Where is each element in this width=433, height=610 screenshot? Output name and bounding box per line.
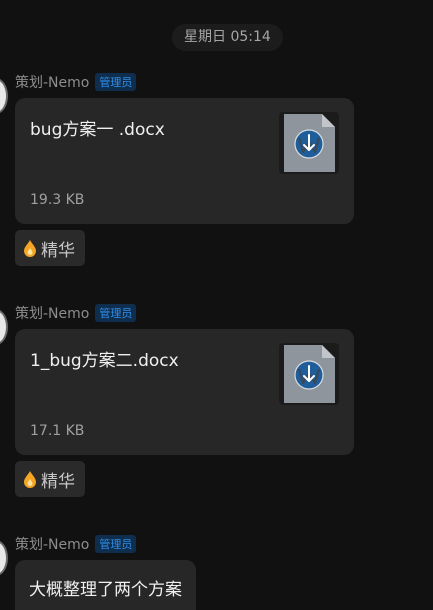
sender-name[interactable]: 策划-Nemo — [15, 534, 89, 554]
time-divider: 星期日 05:14 — [172, 24, 283, 51]
message-text: 大概整理了两个方案 — [29, 580, 182, 600]
message-sender: 策划-Nemo 管理员 — [15, 72, 137, 92]
flame-icon — [24, 240, 36, 257]
sender-name[interactable]: 策划-Nemo — [15, 303, 89, 323]
file-size: 19.3 KB — [30, 192, 85, 208]
file-name: 1_bug方案二.docx — [30, 351, 179, 371]
essence-tag[interactable]: 精华 — [15, 461, 85, 497]
file-name: bug方案一 .docx — [30, 120, 165, 140]
essence-tag[interactable]: 精华 — [15, 230, 85, 266]
avatar[interactable] — [0, 309, 8, 345]
tag-label: 精华 — [41, 240, 75, 261]
word-document-download-icon[interactable] — [279, 112, 339, 174]
avatar[interactable] — [0, 78, 8, 114]
file-message-card[interactable]: 1_bug方案二.docx 17.1 KB — [15, 329, 354, 455]
message-sender: 策划-Nemo 管理员 — [15, 534, 137, 554]
file-size: 17.1 KB — [30, 423, 85, 439]
chat-page: 星期日 05:14 策划-Nemo 管理员 bug方案一 .docx 19.3 … — [0, 0, 433, 610]
sender-name[interactable]: 策划-Nemo — [15, 72, 89, 92]
avatar[interactable] — [0, 540, 8, 576]
flame-icon — [24, 471, 36, 488]
admin-badge: 管理员 — [95, 304, 137, 322]
word-document-download-icon[interactable] — [279, 343, 339, 405]
tag-label: 精华 — [41, 471, 75, 492]
message-sender: 策划-Nemo 管理员 — [15, 303, 137, 323]
text-message-bubble[interactable]: 大概整理了两个方案 — [15, 560, 196, 610]
file-message-card[interactable]: bug方案一 .docx 19.3 KB — [15, 98, 354, 224]
admin-badge: 管理员 — [95, 73, 137, 91]
admin-badge: 管理员 — [95, 535, 137, 553]
